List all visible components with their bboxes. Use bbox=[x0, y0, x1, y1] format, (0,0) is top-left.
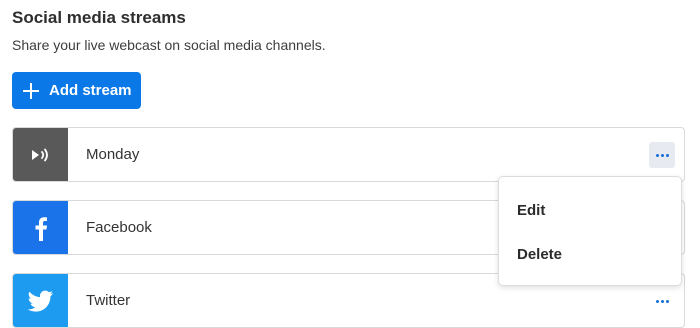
broadcast-icon bbox=[13, 128, 68, 181]
stream-label: Monday bbox=[86, 146, 140, 163]
page-title: Social media streams bbox=[12, 8, 186, 27]
page-subtitle: Share your live webcast on social media … bbox=[12, 37, 326, 53]
menu-item-edit[interactable]: Edit bbox=[517, 202, 545, 219]
add-stream-label: Add stream bbox=[49, 82, 132, 99]
stream-label: Facebook bbox=[86, 219, 152, 236]
more-options-icon[interactable] bbox=[649, 142, 675, 168]
menu-item-delete[interactable]: Delete bbox=[517, 246, 562, 263]
add-stream-button[interactable]: Add stream bbox=[12, 72, 141, 109]
plus-icon bbox=[23, 82, 39, 99]
context-menu: Edit Delete bbox=[498, 176, 682, 286]
twitter-icon bbox=[13, 274, 68, 327]
more-options-icon[interactable] bbox=[649, 288, 675, 314]
stream-row-monday: Monday bbox=[12, 127, 685, 182]
facebook-icon bbox=[13, 201, 68, 254]
stream-label: Twitter bbox=[86, 292, 131, 309]
